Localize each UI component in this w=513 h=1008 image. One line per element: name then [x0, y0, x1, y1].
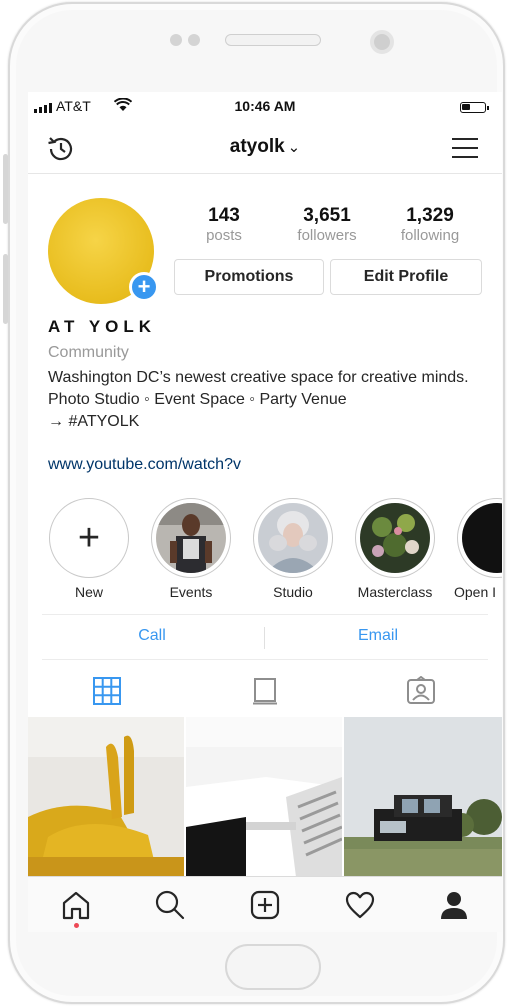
highlight-image [156, 503, 226, 573]
highlight-label: Events [169, 584, 213, 600]
promotions-button[interactable]: Promotions [174, 259, 324, 295]
grid-icon[interactable] [92, 676, 122, 706]
status-time: 10:46 AM [234, 98, 296, 114]
tagged-icon[interactable] [406, 676, 436, 706]
highlight-ring [253, 498, 333, 578]
earpiece-speaker [225, 34, 321, 46]
account-switcher[interactable]: atyolk ⌄ [28, 136, 502, 158]
stat-posts[interactable]: 143 posts [174, 205, 274, 245]
add-story-icon[interactable]: + [129, 272, 159, 302]
volume-button [3, 154, 8, 224]
followers-count: 3,651 [303, 205, 351, 226]
highlight-label: Studio [273, 584, 313, 600]
followers-label: followers [297, 227, 357, 244]
feed-icon[interactable] [250, 676, 280, 706]
home-button[interactable] [225, 944, 321, 990]
search-icon[interactable] [154, 889, 186, 921]
posts-label: posts [206, 227, 242, 244]
highlight-new[interactable]: + New [46, 498, 132, 600]
bio-line: Washington DC’s newest creative space fo… [48, 369, 469, 386]
profile-tabs [28, 666, 502, 716]
email-button[interactable]: Email [268, 627, 488, 645]
battery-icon [460, 102, 489, 113]
sensor-dot [188, 34, 200, 46]
stat-followers[interactable]: 3,651 followers [277, 205, 377, 245]
sensor-dot [170, 34, 182, 46]
plus-icon: + [77, 517, 101, 559]
posts-count: 143 [208, 205, 240, 226]
highlight-ring [151, 498, 231, 578]
bio-line: → #ATYOLK [48, 413, 140, 430]
highlight-ring [457, 498, 502, 578]
highlight-label: Masterclass [357, 584, 433, 600]
profile-header: atyolk ⌄ [28, 122, 502, 174]
contact-bar: Call Email [42, 614, 488, 660]
post-thumbnail[interactable] [344, 717, 502, 877]
highlight-image [360, 503, 430, 573]
home-icon[interactable] [60, 889, 92, 921]
highlight-ring: + [49, 498, 129, 578]
highlight-studio[interactable]: Studio [250, 498, 336, 600]
following-count: 1,329 [406, 205, 454, 226]
activity-dot [74, 923, 79, 928]
profile-icon[interactable] [438, 889, 470, 921]
highlight-label: New [74, 584, 103, 600]
front-camera [370, 30, 394, 54]
chevron-down-icon: ⌄ [287, 139, 301, 156]
menu-icon[interactable] [452, 138, 478, 158]
post-thumbnail[interactable] [28, 717, 184, 877]
highlight-events[interactable]: Events [148, 498, 234, 600]
call-button[interactable]: Call [42, 627, 262, 645]
post-thumbnail[interactable] [186, 717, 342, 877]
edit-profile-button[interactable]: Edit Profile [330, 259, 482, 295]
bio-line: Photo Studio ◦ Event Space ◦ Party Venue [48, 391, 347, 408]
stat-following[interactable]: 1,329 following [380, 205, 480, 245]
highlight-open[interactable]: Open I [454, 498, 502, 600]
bottom-navigation [28, 876, 502, 932]
highlight-ring [355, 498, 435, 578]
highlight-image [258, 503, 328, 573]
posts-grid [28, 717, 502, 877]
profile-name: AT YOLK [48, 317, 157, 336]
status-bar: AT&T 10:46 AM [28, 92, 502, 120]
profile-bio: Washington DC’s newest creative space fo… [48, 367, 488, 433]
add-post-icon[interactable] [249, 889, 281, 921]
highlight-masterclass[interactable]: Masterclass [352, 498, 438, 600]
profile-category: Community [48, 344, 129, 361]
side-button [3, 254, 8, 324]
instagram-profile-screen: AT&T 10:46 AM atyolk ⌄ + 143 posts 3,651 … [28, 92, 502, 932]
profile-link[interactable]: www.youtube.com/watch?v [48, 456, 241, 474]
following-label: following [400, 227, 460, 244]
username: atyolk [229, 136, 285, 157]
divider [264, 627, 265, 649]
heart-icon[interactable] [344, 889, 376, 921]
highlight-label: Open I [454, 584, 497, 600]
highlight-image [462, 503, 502, 573]
